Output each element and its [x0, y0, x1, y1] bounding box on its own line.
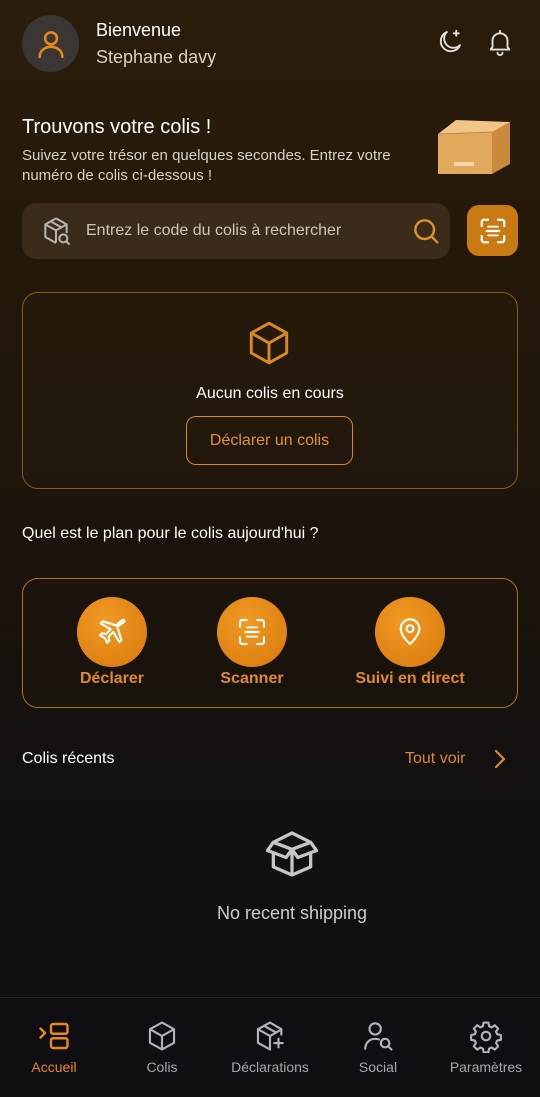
no-current-parcel-text: Aucun colis en cours	[196, 385, 344, 402]
airplane-icon	[98, 618, 126, 644]
search-input[interactable]	[86, 222, 396, 240]
scan-icon	[480, 218, 505, 243]
notifications-button[interactable]	[484, 26, 516, 58]
scan-icon	[238, 618, 266, 646]
moon-icon	[439, 29, 461, 53]
chevron-right-icon[interactable]	[490, 747, 510, 771]
nav-item-declarations[interactable]: Déclarations	[216, 1018, 324, 1075]
nav-label-social: Social	[358, 1059, 398, 1075]
nav-label-declarations: Déclarations	[231, 1059, 309, 1075]
user-search-icon	[364, 1022, 393, 1051]
search-icon[interactable]	[410, 215, 442, 247]
recent-parcels-title: Colis récents	[22, 750, 115, 767]
scan-button[interactable]	[467, 205, 518, 256]
nav-label-settings: Paramètres	[449, 1059, 523, 1075]
gear-icon	[470, 1021, 502, 1053]
hero-title: Trouvons votre colis !	[22, 116, 212, 138]
dark-mode-toggle[interactable]	[434, 26, 466, 58]
box-icon	[249, 321, 289, 365]
open-box-icon	[265, 831, 319, 877]
nav-label-home: Accueil	[31, 1059, 77, 1075]
box-add-icon	[256, 1021, 284, 1051]
declare-parcel-button[interactable]: Déclarer un colis	[186, 416, 353, 465]
action-declare-label: Déclarer	[79, 670, 145, 687]
nav-item-parcels[interactable]: Colis	[108, 1018, 216, 1075]
bell-icon	[489, 29, 511, 57]
plan-question: Quel est le plan pour le colis aujourd'h…	[22, 525, 319, 542]
cardboard-box-illustration	[437, 120, 510, 174]
welcome-text: Bienvenue	[96, 20, 182, 40]
username: Stephane davy	[96, 47, 217, 67]
action-scan-circle[interactable]	[217, 597, 287, 667]
action-scan[interactable]: Scanner	[177, 597, 327, 688]
nav-item-settings[interactable]: Paramètres	[432, 1018, 540, 1075]
see-all-link[interactable]: Tout voir	[405, 750, 465, 768]
nav-item-social[interactable]: Social	[324, 1018, 432, 1075]
action-scan-label: Scanner	[220, 670, 284, 687]
action-declare-circle[interactable]	[77, 597, 147, 667]
home-icon	[39, 1022, 69, 1050]
search-bar[interactable]	[22, 203, 450, 259]
avatar[interactable]	[22, 15, 79, 72]
nav-item-home[interactable]: Accueil	[0, 1018, 108, 1075]
hero-subtitle: Suivez votre trésor en quelques secondes…	[22, 147, 391, 184]
package-search-icon	[44, 217, 70, 245]
no-recent-shipping-text: No recent shipping	[216, 903, 368, 923]
nav-label-parcels: Colis	[146, 1059, 178, 1075]
box-icon	[148, 1021, 176, 1051]
action-live-tracking-circle[interactable]	[375, 597, 445, 667]
location-pin-icon	[399, 618, 421, 646]
user-icon	[37, 30, 64, 58]
action-declare[interactable]: Déclarer	[37, 597, 187, 688]
action-live-tracking-label: Suivi en direct	[355, 670, 465, 687]
action-live-tracking[interactable]: Suivi en direct	[335, 597, 485, 688]
